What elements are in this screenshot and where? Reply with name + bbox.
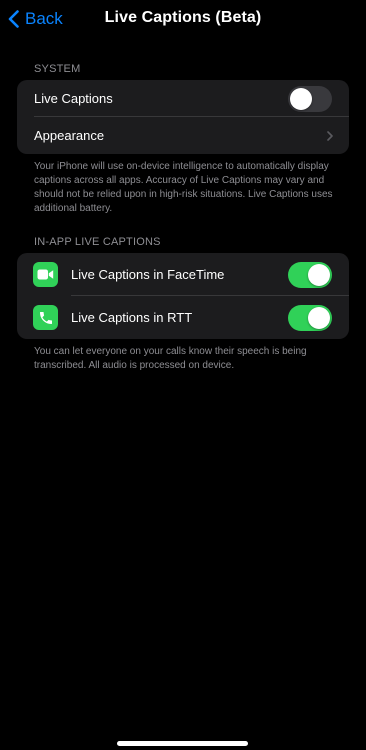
section-header-system: SYSTEM [34, 63, 81, 75]
live-captions-toggle[interactable] [288, 85, 332, 112]
facetime-app-icon [33, 262, 58, 287]
system-settings-group: Live Captions Appearance [17, 80, 349, 154]
system-section-footer: Your iPhone will use on-device intellige… [34, 161, 333, 214]
appearance-row[interactable]: Appearance [17, 117, 349, 154]
toggle-knob [308, 263, 330, 286]
phone-icon [39, 311, 52, 324]
toggle-knob [308, 306, 330, 329]
facetime-captions-row[interactable]: Live Captions in FaceTime [17, 253, 349, 296]
live-captions-row[interactable]: Live Captions [17, 80, 349, 117]
facetime-icon [37, 269, 54, 280]
in-app-section-footer: You can let everyone on your calls know … [34, 346, 307, 371]
section-header-in-app: IN-APP LIVE CAPTIONS [34, 236, 161, 248]
phone-app-icon [33, 305, 58, 330]
in-app-captions-group: Live Captions in FaceTime Live Captions … [17, 253, 349, 339]
rtt-captions-row[interactable]: Live Captions in RTT [17, 296, 349, 339]
live-captions-label: Live Captions [34, 91, 113, 106]
rtt-captions-label: Live Captions in RTT [71, 310, 193, 325]
facetime-captions-toggle[interactable] [288, 261, 332, 288]
page-title: Live Captions (Beta) [104, 9, 262, 26]
chevron-right-icon [327, 131, 333, 141]
navigation-bar: Back Live Captions (Beta) [0, 0, 366, 40]
rtt-captions-toggle[interactable] [288, 304, 332, 331]
toggle-knob [290, 87, 312, 110]
appearance-label: Appearance [34, 128, 105, 143]
home-indicator[interactable] [117, 741, 248, 746]
facetime-captions-label: Live Captions in FaceTime [71, 267, 225, 282]
